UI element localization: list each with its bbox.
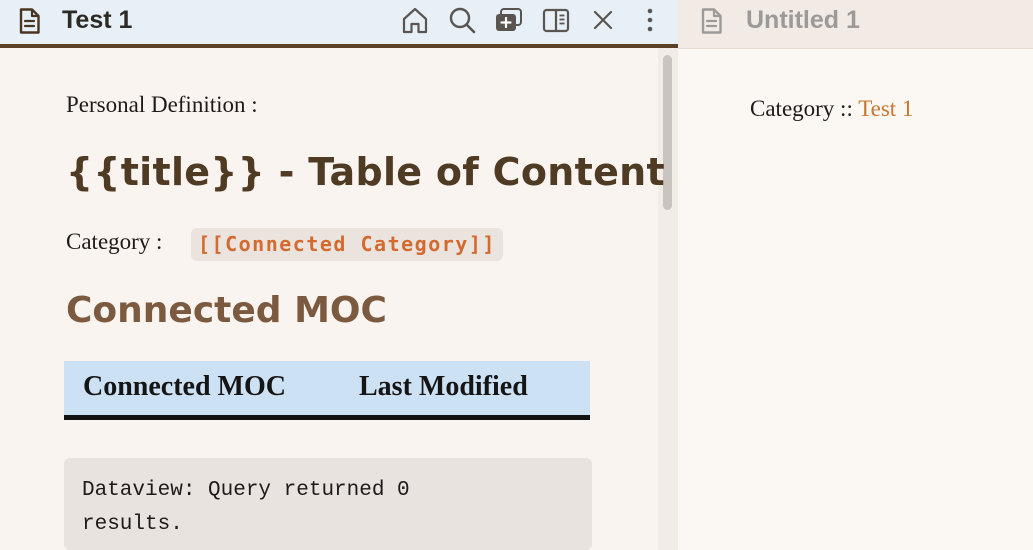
tab-title[interactable]: Test 1 bbox=[62, 5, 132, 35]
right-category-label: Category :: bbox=[750, 96, 853, 121]
left-tab-header[interactable]: Test 1 bbox=[0, 0, 678, 48]
column-header-connected-moc[interactable]: Connected MOC bbox=[83, 371, 286, 403]
home-icon[interactable] bbox=[400, 5, 430, 35]
category-label: Category : bbox=[66, 229, 163, 254]
category-link-code[interactable]: [[Connected Category]] bbox=[191, 228, 503, 261]
table-header: Connected MOC Last Modified bbox=[64, 361, 590, 420]
column-header-last-modified[interactable]: Last Modified bbox=[359, 371, 528, 403]
new-tab-icon[interactable] bbox=[494, 5, 524, 35]
document-icon bbox=[700, 8, 722, 34]
right-pane: Untitled 1 Category :: Test 1 bbox=[678, 0, 1033, 550]
document-icon bbox=[18, 8, 40, 34]
more-vertical-icon[interactable] bbox=[635, 5, 665, 35]
right-category-link[interactable]: Test 1 bbox=[858, 96, 913, 121]
dataview-message: Dataview: Query returned 0 results. bbox=[82, 479, 410, 536]
search-icon[interactable] bbox=[447, 5, 477, 35]
left-pane: Test 1 Personal Definition : {{title}} -… bbox=[0, 0, 678, 550]
connected-moc-heading: Connected MOC bbox=[66, 290, 387, 331]
toc-heading: {{title}} - Table of Content bbox=[66, 150, 665, 194]
close-icon[interactable] bbox=[588, 5, 618, 35]
personal-definition-label: Personal Definition : bbox=[66, 92, 258, 117]
right-tab-title[interactable]: Untitled 1 bbox=[746, 5, 860, 35]
right-category-line: Category :: Test 1 bbox=[750, 96, 913, 122]
dataview-result-block: Dataview: Query returned 0 results. bbox=[64, 458, 592, 550]
right-tab-header[interactable]: Untitled 1 bbox=[678, 0, 1033, 49]
split-view-icon[interactable] bbox=[541, 5, 571, 35]
